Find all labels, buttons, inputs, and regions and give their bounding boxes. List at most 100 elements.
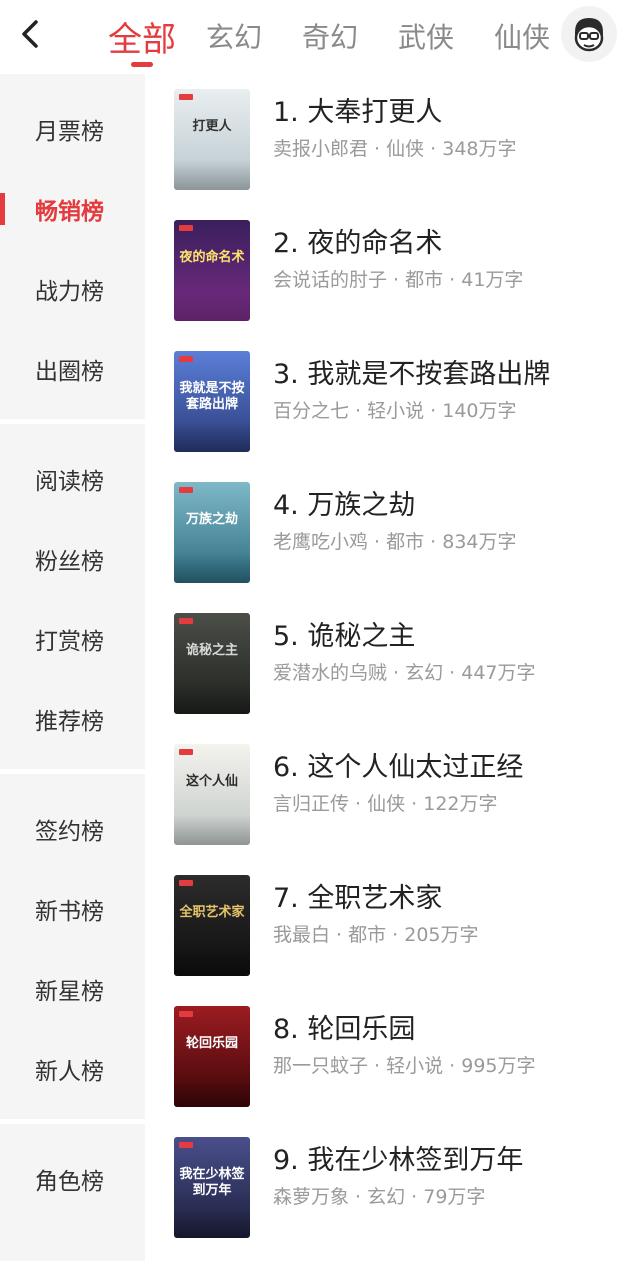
sidebar-item[interactable]: 畅销榜 <box>0 169 145 249</box>
book-title[interactable]: 6. 这个人仙太过正经 <box>273 745 523 784</box>
book-meta: 老鹰吃小鸡 · 都市 · 834万字 <box>273 531 517 553</box>
sidebar-item-label: 签约榜 <box>35 819 104 845</box>
publisher-badge <box>179 618 193 624</box>
publisher-badge <box>179 356 193 362</box>
book-meta: 那一只蚊子 · 轻小说 · 995万字 <box>273 1055 536 1077</box>
book-row[interactable]: 全职艺术家 7. 全职艺术家我最白 · 都市 · 205万字 <box>145 860 640 991</box>
sidebar-item-label: 新书榜 <box>35 899 104 925</box>
publisher-badge <box>179 1142 193 1148</box>
book-cover[interactable]: 万族之劫 <box>174 482 250 583</box>
cover-shade <box>174 291 250 321</box>
sidebar-item[interactable]: 签约榜 <box>0 789 145 869</box>
sidebar-item[interactable]: 推荐榜 <box>0 679 145 759</box>
book-meta: 森萝万象 · 玄幻 · 79万字 <box>273 1186 486 1208</box>
tab-label: 武侠 <box>398 21 455 54</box>
sidebar-item[interactable]: 战力榜 <box>0 249 145 329</box>
cover-shade <box>174 1208 250 1238</box>
cover-title: 我在少林签到万年 <box>179 1167 245 1198</box>
sidebar-item[interactable]: 月票榜 <box>0 89 145 169</box>
book-row[interactable]: 轮回乐园 8. 轮回乐园那一只蚊子 · 轻小说 · 995万字 <box>145 991 640 1122</box>
active-indicator <box>0 193 5 225</box>
tab-label: 玄幻 <box>206 21 263 54</box>
book-title[interactable]: 8. 轮回乐园 <box>273 1007 415 1046</box>
cover-title: 全职艺术家 <box>179 905 245 920</box>
publisher-badge <box>179 749 193 755</box>
book-meta: 百分之七 · 轻小说 · 140万字 <box>273 400 517 422</box>
tab-2[interactable]: 奇幻 <box>302 0 358 56</box>
sidebar-item-label: 阅读榜 <box>35 469 104 495</box>
tab-0[interactable]: 全部 <box>108 0 176 67</box>
sidebar-item[interactable]: 新人榜 <box>0 1029 145 1109</box>
back-button[interactable] <box>14 14 48 54</box>
sidebar-group: 签约榜新书榜新星榜 新人榜 <box>0 774 145 1119</box>
sidebar-item-label: 畅销榜 <box>35 199 104 225</box>
cover-title: 诡秘之主 <box>185 643 238 658</box>
book-title[interactable]: 9. 我在少林签到万年 <box>273 1138 523 1177</box>
sidebar-item-label: 打赏榜 <box>35 629 104 655</box>
chevron-left-icon <box>22 20 38 48</box>
book-cover[interactable]: 轮回乐园 <box>174 1006 250 1107</box>
tab-1[interactable]: 玄幻 <box>206 0 262 56</box>
book-cover[interactable]: 全职艺术家 <box>174 875 250 976</box>
sidebar-group: 月票榜畅销榜战力榜出圈榜 <box>0 74 145 419</box>
cover-title: 万族之劫 <box>185 512 238 527</box>
publisher-badge <box>179 880 193 886</box>
sidebar-item-label: 推荐榜 <box>35 709 104 735</box>
sidebar-group: 阅读榜粉丝榜打赏榜推荐榜 <box>0 424 145 769</box>
publisher-badge <box>179 225 193 231</box>
sidebar-item[interactable]: 新星榜 <box>0 949 145 1029</box>
book-cover[interactable]: 我在少林签到万年 <box>174 1137 250 1238</box>
cover-title: 打更人 <box>192 119 232 134</box>
cover-shade <box>174 422 250 452</box>
sidebar-item[interactable]: 粉丝榜 <box>0 519 145 599</box>
user-avatar-icon <box>574 18 604 52</box>
book-cover[interactable]: 我就是不按套路出牌 <box>174 351 250 452</box>
cover-title: 这个人仙 <box>185 774 238 789</box>
book-meta: 我最白 · 都市 · 205万字 <box>273 924 479 946</box>
book-title[interactable]: 3. 我就是不按套路出牌 <box>273 352 550 391</box>
sidebar-item[interactable]: 出圈榜 <box>0 329 145 409</box>
book-title[interactable]: 1. 大奉打更人 <box>273 90 442 129</box>
tab-4[interactable]: 仙侠 <box>494 0 550 56</box>
tab-label: 仙侠 <box>494 21 551 54</box>
book-title[interactable]: 5. 诡秘之主 <box>273 614 415 653</box>
sidebar-item[interactable]: 打赏榜 <box>0 599 145 679</box>
book-row[interactable]: 打更人 1. 大奉打更人卖报小郎君 · 仙侠 · 348万字 <box>145 74 640 205</box>
publisher-badge <box>179 94 193 100</box>
book-title[interactable]: 7. 全职艺术家 <box>273 876 442 915</box>
book-meta: 卖报小郎君 · 仙侠 · 348万字 <box>273 138 517 160</box>
sidebar-item[interactable]: 角色榜 <box>0 1139 145 1219</box>
sidebar-item[interactable]: 新书榜 <box>0 869 145 949</box>
book-cover[interactable]: 诡秘之主 <box>174 613 250 714</box>
book-row[interactable]: 我就是不按套路出牌 3. 我就是不按套路出牌百分之七 · 轻小说 · 140万字 <box>145 336 640 467</box>
cover-title: 夜的命名术 <box>179 250 245 265</box>
book-row[interactable]: 夜的命名术 2. 夜的命名术 会说话的肘子 · 都市 · 41万字 <box>145 205 640 336</box>
cover-shade <box>174 553 250 583</box>
book-cover[interactable]: 打更人 <box>174 89 250 190</box>
book-cover[interactable]: 这个人仙 <box>174 744 250 845</box>
tab-label: 全部 <box>108 20 176 60</box>
tab-label: 奇幻 <box>302 21 359 54</box>
tab-3[interactable]: 武侠 <box>398 0 454 56</box>
book-row[interactable]: 我在少林签到万年 9. 我在少林签到万年森萝万象 · 玄幻 · 79万字 <box>145 1122 640 1253</box>
avatar-button[interactable] <box>561 6 617 62</box>
ranking-sidebar: 月票榜畅销榜战力榜出圈榜阅读榜粉丝榜打赏榜推荐榜签约榜新书榜新星榜 新人榜角色榜 <box>0 74 145 1261</box>
sidebar-item-label: 粉丝榜 <box>35 549 104 575</box>
book-row[interactable]: 万族之劫 4. 万族之劫老鹰吃小鸡 · 都市 · 834万字 <box>145 467 640 598</box>
book-cover[interactable]: 夜的命名术 <box>174 220 250 321</box>
cover-title: 轮回乐园 <box>185 1036 238 1051</box>
cover-shade <box>174 160 250 190</box>
cover-shade <box>174 815 250 845</box>
book-list: 打更人 1. 大奉打更人卖报小郎君 · 仙侠 · 348万字夜的命名术 2. 夜的命… <box>145 74 640 1261</box>
cover-shade <box>174 946 250 976</box>
sidebar-group: 角色榜 <box>0 1124 145 1219</box>
publisher-badge <box>179 487 193 493</box>
sidebar-item-label: 出圈榜 <box>35 359 104 385</box>
book-row[interactable]: 这个人仙 6. 这个人仙太过正经 言归正传 · 仙侠 · 122万字 <box>145 729 640 860</box>
category-tabs: 全部 玄幻 奇幻 武侠 仙侠 <box>96 0 590 74</box>
book-title[interactable]: 4. 万族之劫 <box>273 483 415 522</box>
book-title[interactable]: 2. 夜的命名术 <box>273 221 442 260</box>
sidebar-item[interactable]: 阅读榜 <box>0 439 145 519</box>
book-row[interactable]: 诡秘之主 5. 诡秘之主 爱潜水的乌贼 · 玄幻 · 447万字 <box>145 598 640 729</box>
cover-shade <box>174 1077 250 1107</box>
